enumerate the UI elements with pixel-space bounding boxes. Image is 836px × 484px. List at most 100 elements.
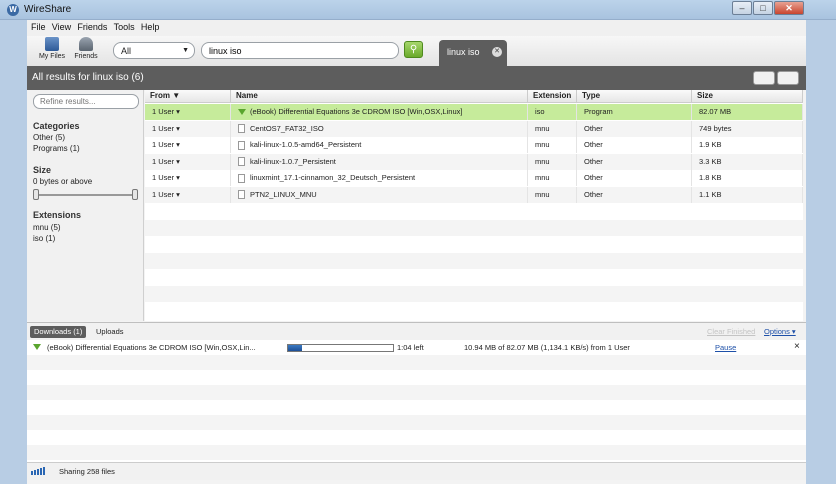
cell-from[interactable]: 1 User ▾ xyxy=(145,104,231,120)
my-files-label: My Files xyxy=(38,53,66,60)
cell-name: linuxmint_17.1-cinnamon_32_Deutsch_Persi… xyxy=(231,170,528,186)
empty-download-row xyxy=(27,415,806,430)
cell-size: 1.8 KB xyxy=(692,170,803,186)
chevron-down-icon: ▼ xyxy=(182,47,189,54)
cell-from-text: 1 User ▾ xyxy=(152,140,180,149)
column-header-type[interactable]: Type xyxy=(577,90,692,103)
table-row[interactable]: 1 User ▾ kali-linux-1.0.7_Persistent mnu Ot… xyxy=(145,153,803,170)
empty-download-row xyxy=(27,445,806,460)
cell-from[interactable]: 1 User ▾ xyxy=(145,137,231,153)
tab-uploads[interactable]: Uploads xyxy=(92,326,128,338)
tab-search-results[interactable]: linux iso ✕ xyxy=(439,40,507,66)
cell-size-text: 749 bytes xyxy=(699,123,732,133)
cell-size: 3.3 KB xyxy=(692,153,803,170)
menu-tools[interactable]: Tools xyxy=(114,22,135,32)
table-row[interactable]: 1 User ▾ kali-linux-1.0.5-amd64_Persisten… xyxy=(145,137,803,153)
category-programs[interactable]: Programs (1) xyxy=(33,144,80,153)
cell-type: Other xyxy=(577,186,692,203)
my-files-button[interactable]: My Files xyxy=(35,37,69,65)
remove-download-icon[interactable]: × xyxy=(794,341,800,352)
menu-bar: File View Friends Tools Help xyxy=(27,20,806,36)
table-row[interactable]: 1 User ▾ (eBook) Differential Equations 3… xyxy=(145,104,803,120)
column-header-from[interactable]: From ▼ xyxy=(145,90,231,103)
extension-mnu[interactable]: mnu (5) xyxy=(33,223,61,232)
column-header-name[interactable]: Name xyxy=(231,90,528,103)
menu-help[interactable]: Help xyxy=(141,22,160,32)
extensions-heading: Extensions xyxy=(33,210,82,220)
empty-download-row xyxy=(27,355,806,370)
size-slider-min-handle[interactable] xyxy=(33,189,39,200)
cell-name-text: kali-linux-1.0.5-amd64_Persistent xyxy=(250,140,362,149)
cell-name: PTN2_LINUX_MNU xyxy=(231,186,528,203)
cell-ext-text: mnu xyxy=(535,156,550,166)
menu-file[interactable]: File xyxy=(31,22,46,32)
empty-download-row xyxy=(27,400,806,415)
column-header-size[interactable]: Size xyxy=(692,90,803,103)
close-tab-icon[interactable]: ✕ xyxy=(492,47,502,57)
toolbar: My Files Friends All ▼ ⚲ linux iso ✕ xyxy=(27,36,806,66)
table-row[interactable]: 1 User ▾ PTN2_LINUX_MNU mnu Other 1.1 KB xyxy=(145,186,803,203)
cell-from[interactable]: 1 User ▾ xyxy=(145,153,231,170)
cell-size-text: 1.8 KB xyxy=(699,173,722,182)
status-bar: Sharing 258 files xyxy=(27,462,806,480)
cell-type: Program xyxy=(577,104,692,120)
cell-ext: mnu xyxy=(528,186,577,203)
cell-from[interactable]: 1 User ▾ xyxy=(145,186,231,203)
table-row[interactable]: 1 User ▾ linuxmint_17.1-cinnamon_32_Deuts… xyxy=(145,170,803,186)
cell-name-text: (eBook) Differential Equations 3e CDROM … xyxy=(250,107,463,116)
cell-size: 82.07 MB xyxy=(692,104,803,120)
download-time-left: 1:04 left xyxy=(397,343,424,352)
tab-downloads[interactable]: Downloads (1) xyxy=(30,326,87,338)
close-button[interactable]: ✕ xyxy=(774,1,804,15)
list-view-icon[interactable] xyxy=(753,71,775,85)
search-button[interactable]: ⚲ xyxy=(404,41,423,58)
category-other[interactable]: Other (5) xyxy=(33,133,65,142)
file-icon xyxy=(238,190,245,200)
cell-ext: mnu xyxy=(528,137,577,153)
grid-view-icon[interactable] xyxy=(777,71,799,85)
empty-download-row xyxy=(27,430,806,445)
maximize-button[interactable]: □ xyxy=(753,1,773,15)
table-row[interactable]: 1 User ▾ CentOS7_FAT32_ISO mnu Other 749 byt… xyxy=(145,120,803,137)
menu-friends[interactable]: Friends xyxy=(77,22,107,32)
friends-button[interactable]: Friends xyxy=(69,37,103,65)
empty-download-row xyxy=(27,385,806,400)
clear-finished-link[interactable]: Clear Finished xyxy=(703,326,759,338)
search-input[interactable] xyxy=(201,42,399,59)
window-frame-left xyxy=(0,20,27,484)
size-slider-max-handle[interactable] xyxy=(132,189,138,200)
window-frame-right xyxy=(806,20,836,484)
column-header-extension[interactable]: Extension xyxy=(528,90,577,103)
extension-iso[interactable]: iso (1) xyxy=(33,234,55,243)
cell-name-text: CentOS7_FAT32_ISO xyxy=(250,123,324,133)
size-slider-track[interactable] xyxy=(36,194,136,196)
file-icon xyxy=(238,157,245,167)
cell-size-text: 3.3 KB xyxy=(699,156,722,166)
menu-view[interactable]: View xyxy=(52,22,71,32)
options-menu[interactable]: Options ▾ xyxy=(760,326,800,338)
minimize-button[interactable]: – xyxy=(732,1,752,15)
cell-type: Other xyxy=(577,170,692,186)
cell-name: CentOS7_FAT32_ISO xyxy=(231,120,528,137)
cell-size-text: 1.9 KB xyxy=(699,140,722,149)
cell-ext-text: mnu xyxy=(535,173,550,182)
empty-row xyxy=(145,219,803,236)
my-files-icon xyxy=(45,37,59,51)
tab-label: linux iso xyxy=(447,47,480,57)
file-icon xyxy=(238,124,245,134)
cell-type: Other xyxy=(577,153,692,170)
download-name: (eBook) Differential Equations 3e CDROM … xyxy=(47,343,256,352)
search-category-dropdown[interactable]: All ▼ xyxy=(113,42,195,59)
cell-type-text: Other xyxy=(584,123,603,133)
empty-download-row xyxy=(27,370,806,385)
cell-from[interactable]: 1 User ▾ xyxy=(145,120,231,137)
pause-download-link[interactable]: Pause xyxy=(715,343,736,352)
sharing-status: Sharing 258 files xyxy=(59,467,115,476)
empty-row xyxy=(145,269,803,285)
cell-ext: iso xyxy=(528,104,577,120)
cell-from[interactable]: 1 User ▾ xyxy=(145,170,231,186)
download-row[interactable]: (eBook) Differential Equations 3e CDROM … xyxy=(27,340,806,355)
refine-results-input[interactable] xyxy=(33,94,139,109)
file-icon xyxy=(238,173,245,183)
friends-label: Friends xyxy=(74,53,98,60)
